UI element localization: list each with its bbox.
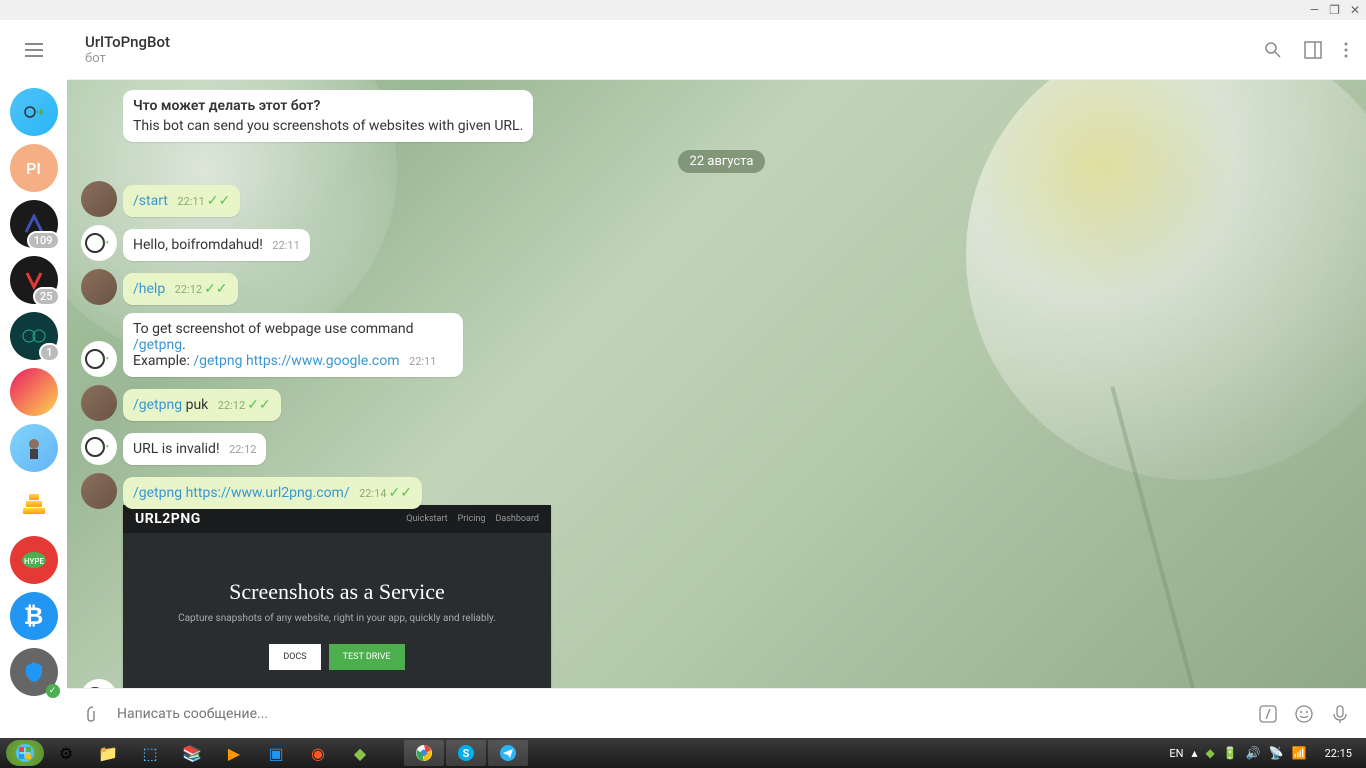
message-row: /help 22:12✓✓ [77, 269, 1366, 305]
message-bubble-in[interactable]: URL is invalid! 22:12 [123, 433, 266, 465]
sidebar-chat-8[interactable]: HYPE [10, 536, 58, 584]
tray-network-icon[interactable]: 📡 [1269, 746, 1284, 760]
message-input[interactable] [117, 706, 1244, 722]
command-link[interactable]: /getpng [133, 485, 182, 501]
bot-avatar[interactable] [81, 429, 117, 465]
taskbar-lang[interactable]: EN [1169, 747, 1183, 760]
chat-title: UrlToPngBot [85, 33, 1264, 51]
chat-messages-area[interactable]: Что может делать этот бот? This bot can … [67, 80, 1366, 688]
chat-header: UrlToPngBot бот [67, 20, 1366, 80]
command-link[interactable]: /getpng [193, 353, 242, 369]
sidebar-chat-3[interactable]: 25 [10, 256, 58, 304]
screenshot-nav-item: Pricing [458, 514, 486, 524]
sidebar-chat-0[interactable] [10, 88, 58, 136]
screenshot-heading: Screenshots as a Service [229, 579, 445, 605]
screenshot-testdrive-button: TEST DRIVE [329, 644, 405, 670]
taskbar-telegram[interactable] [488, 740, 528, 766]
tray-signal-icon[interactable]: 📶 [1292, 746, 1307, 760]
sidebar-chat-2[interactable]: 109 [10, 200, 58, 248]
voice-icon[interactable] [1330, 704, 1350, 724]
slash-command-icon[interactable] [1258, 704, 1278, 724]
intro-desc: This bot can send you screenshots of web… [133, 118, 523, 134]
message-row: Hello, boifromdahud! 22:11 [77, 225, 1366, 261]
message-row: To get screenshot of webpage use command… [77, 313, 1366, 377]
message-row: URL is invalid! 22:12 [77, 429, 1366, 465]
attach-icon[interactable] [83, 704, 103, 724]
message-bubble-in[interactable]: To get screenshot of webpage use command… [123, 313, 463, 377]
menu-button[interactable] [0, 20, 67, 80]
screenshot-nav-item: Quickstart [406, 514, 447, 524]
intro-bubble: Что может делать этот бот? This bot can … [123, 90, 533, 142]
command-link[interactable]: /help [133, 281, 165, 297]
search-icon[interactable] [1264, 41, 1282, 59]
tray-arrow-icon[interactable]: ▴ [1192, 746, 1198, 760]
bot-avatar[interactable] [81, 225, 117, 261]
close-button[interactable]: ✕ [1350, 3, 1360, 17]
command-link[interactable]: /getpng [133, 397, 182, 413]
chat-sidebar: PI 109 25 1 HYPE ₿ [0, 20, 67, 738]
more-icon[interactable] [1344, 41, 1348, 59]
taskbar-app-4[interactable]: 📚 [172, 740, 212, 766]
screenshot-subheading: Capture snapshots of any website, right … [178, 613, 496, 624]
chat-subtitle: бот [85, 51, 1264, 66]
screenshot-nav-item: Dashboard [495, 514, 539, 524]
svg-text:S: S [463, 747, 470, 760]
start-button[interactable] [6, 740, 44, 766]
maximize-button[interactable]: ❐ [1329, 3, 1340, 17]
message-row: /getpng puk 22:12✓✓ [77, 385, 1366, 421]
user-avatar[interactable] [81, 269, 117, 305]
sidebar-chat-1[interactable]: PI [10, 144, 58, 192]
taskbar-app-6[interactable]: ▣ [256, 740, 296, 766]
taskbar-app-7[interactable]: ◉ [298, 740, 338, 766]
bot-avatar[interactable] [81, 679, 117, 688]
sidebar-chat-10[interactable] [10, 648, 58, 696]
sidebar-chat-9[interactable]: ₿ [10, 592, 58, 640]
sidebar-chat-7[interactable] [10, 480, 58, 528]
window-titlebar: — ❐ ✕ [0, 0, 1366, 20]
message-row: /getpng https://www.url2png.com/ 22:14✓✓ [77, 473, 1366, 509]
sidebar-chat-5[interactable] [10, 368, 58, 416]
taskbar-app-2[interactable]: 📁 [88, 740, 128, 766]
screenshot-docs-button: DOCS [269, 644, 320, 670]
windows-taskbar[interactable]: ⚙ 📁 ⬚ 📚 ▶ ▣ ◉ ◆ S EN ▴ ◆ 🔋 🔊 📡 📶 22:15 [0, 738, 1366, 768]
taskbar-clock[interactable]: 22:15 [1325, 747, 1352, 760]
screenshot-attachment[interactable]: URL2PNG Quickstart Pricing Dashboard Scr… [123, 505, 551, 688]
emoji-icon[interactable] [1294, 704, 1314, 724]
svg-text:HYPE: HYPE [23, 557, 44, 566]
taskbar-app-5[interactable]: ▶ [214, 740, 254, 766]
tray-volume-icon[interactable]: 🔊 [1246, 746, 1261, 760]
screenshot-logo: URL2PNG [135, 511, 201, 527]
message-row: /start 22:11✓✓ [77, 181, 1366, 217]
taskbar-app-8[interactable]: ◆ [340, 740, 380, 766]
message-bubble-in[interactable]: Hello, boifromdahud! 22:11 [123, 229, 310, 261]
message-bubble-out[interactable]: /start 22:11✓✓ [123, 185, 240, 217]
taskbar-skype[interactable]: S [446, 740, 486, 766]
sidebar-chat-4[interactable]: 1 [10, 312, 58, 360]
taskbar-app-1[interactable]: ⚙ [46, 740, 86, 766]
minimize-button[interactable]: — [1310, 3, 1319, 17]
intro-question: Что может делать этот бот? [133, 98, 523, 114]
message-bubble-out[interactable]: /getpng puk 22:12✓✓ [123, 389, 281, 421]
panel-icon[interactable] [1304, 41, 1322, 59]
command-link[interactable]: /start [133, 193, 168, 209]
message-bubble-out[interactable]: /help 22:12✓✓ [123, 273, 238, 305]
sidebar-chat-6[interactable] [10, 424, 58, 472]
bot-avatar[interactable] [81, 341, 117, 377]
taskbar-app-3[interactable]: ⬚ [130, 740, 170, 766]
date-separator: 22 августа [678, 150, 766, 173]
message-input-area [67, 688, 1366, 738]
tray-icon[interactable]: ◆ [1206, 746, 1215, 760]
command-link[interactable]: /getpng [133, 337, 182, 353]
user-avatar[interactable] [81, 385, 117, 421]
taskbar-chrome[interactable] [404, 740, 444, 766]
message-bubble-out[interactable]: /getpng https://www.url2png.com/ 22:14✓✓ [123, 477, 422, 509]
intro-message-row: Что может делать этот бот? This bot can … [77, 90, 1366, 142]
user-avatar[interactable] [81, 181, 117, 217]
tray-battery-icon[interactable]: 🔋 [1223, 746, 1238, 760]
user-avatar[interactable] [81, 473, 117, 509]
